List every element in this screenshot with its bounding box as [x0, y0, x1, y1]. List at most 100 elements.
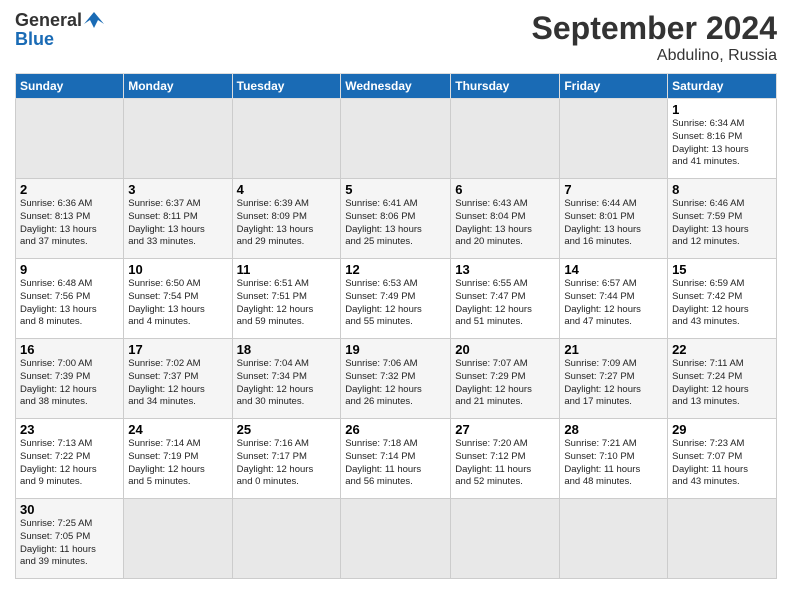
calendar-cell: 23Sunrise: 7:13 AM Sunset: 7:22 PM Dayli…	[16, 419, 124, 499]
day-number: 7	[564, 182, 663, 197]
calendar-cell: 6Sunrise: 6:43 AM Sunset: 8:04 PM Daylig…	[451, 179, 560, 259]
day-info: Sunrise: 6:59 AM Sunset: 7:42 PM Dayligh…	[672, 278, 772, 329]
calendar-cell	[451, 499, 560, 579]
day-number: 8	[672, 182, 772, 197]
day-number: 21	[564, 342, 663, 357]
calendar-cell: 12Sunrise: 6:53 AM Sunset: 7:49 PM Dayli…	[341, 259, 451, 339]
calendar-cell: 2Sunrise: 6:36 AM Sunset: 8:13 PM Daylig…	[16, 179, 124, 259]
day-info: Sunrise: 6:55 AM Sunset: 7:47 PM Dayligh…	[455, 278, 555, 329]
calendar-cell: 16Sunrise: 7:00 AM Sunset: 7:39 PM Dayli…	[16, 339, 124, 419]
calendar-cell: 7Sunrise: 6:44 AM Sunset: 8:01 PM Daylig…	[560, 179, 668, 259]
calendar-subtitle: Abdulino, Russia	[532, 47, 777, 65]
column-header-friday: Friday	[560, 74, 668, 99]
calendar-cell: 17Sunrise: 7:02 AM Sunset: 7:37 PM Dayli…	[124, 339, 232, 419]
calendar-week-row: 2Sunrise: 6:36 AM Sunset: 8:13 PM Daylig…	[16, 179, 777, 259]
calendar-cell: 3Sunrise: 6:37 AM Sunset: 8:11 PM Daylig…	[124, 179, 232, 259]
calendar-cell	[560, 499, 668, 579]
day-number: 1	[672, 102, 772, 117]
day-info: Sunrise: 6:44 AM Sunset: 8:01 PM Dayligh…	[564, 198, 663, 249]
calendar-cell	[451, 99, 560, 179]
day-number: 29	[672, 422, 772, 437]
day-number: 17	[128, 342, 227, 357]
calendar-week-row: 9Sunrise: 6:48 AM Sunset: 7:56 PM Daylig…	[16, 259, 777, 339]
day-info: Sunrise: 6:57 AM Sunset: 7:44 PM Dayligh…	[564, 278, 663, 329]
column-header-sunday: Sunday	[16, 74, 124, 99]
day-number: 19	[345, 342, 446, 357]
calendar-cell: 19Sunrise: 7:06 AM Sunset: 7:32 PM Dayli…	[341, 339, 451, 419]
logo: General Blue	[15, 10, 104, 48]
calendar-cell: 14Sunrise: 6:57 AM Sunset: 7:44 PM Dayli…	[560, 259, 668, 339]
column-header-saturday: Saturday	[668, 74, 777, 99]
day-info: Sunrise: 7:23 AM Sunset: 7:07 PM Dayligh…	[672, 438, 772, 489]
header: General Blue September 2024 Abdulino, Ru…	[15, 10, 777, 65]
day-info: Sunrise: 6:37 AM Sunset: 8:11 PM Dayligh…	[128, 198, 227, 249]
day-info: Sunrise: 6:53 AM Sunset: 7:49 PM Dayligh…	[345, 278, 446, 329]
calendar-cell: 13Sunrise: 6:55 AM Sunset: 7:47 PM Dayli…	[451, 259, 560, 339]
calendar-week-row: 23Sunrise: 7:13 AM Sunset: 7:22 PM Dayli…	[16, 419, 777, 499]
calendar-cell: 21Sunrise: 7:09 AM Sunset: 7:27 PM Dayli…	[560, 339, 668, 419]
calendar-cell: 30Sunrise: 7:25 AM Sunset: 7:05 PM Dayli…	[16, 499, 124, 579]
day-number: 11	[237, 262, 337, 277]
calendar-cell	[560, 99, 668, 179]
day-info: Sunrise: 7:21 AM Sunset: 7:10 PM Dayligh…	[564, 438, 663, 489]
calendar-cell	[232, 499, 341, 579]
column-header-tuesday: Tuesday	[232, 74, 341, 99]
day-info: Sunrise: 7:20 AM Sunset: 7:12 PM Dayligh…	[455, 438, 555, 489]
day-number: 22	[672, 342, 772, 357]
day-number: 25	[237, 422, 337, 437]
day-number: 14	[564, 262, 663, 277]
day-info: Sunrise: 6:51 AM Sunset: 7:51 PM Dayligh…	[237, 278, 337, 329]
day-number: 24	[128, 422, 227, 437]
day-info: Sunrise: 7:11 AM Sunset: 7:24 PM Dayligh…	[672, 358, 772, 409]
day-number: 13	[455, 262, 555, 277]
day-info: Sunrise: 7:04 AM Sunset: 7:34 PM Dayligh…	[237, 358, 337, 409]
calendar-cell: 25Sunrise: 7:16 AM Sunset: 7:17 PM Dayli…	[232, 419, 341, 499]
day-info: Sunrise: 6:50 AM Sunset: 7:54 PM Dayligh…	[128, 278, 227, 329]
column-header-thursday: Thursday	[451, 74, 560, 99]
day-number: 20	[455, 342, 555, 357]
calendar-cell: 15Sunrise: 6:59 AM Sunset: 7:42 PM Dayli…	[668, 259, 777, 339]
calendar-cell: 24Sunrise: 7:14 AM Sunset: 7:19 PM Dayli…	[124, 419, 232, 499]
logo-general-text: General	[15, 11, 82, 29]
day-number: 5	[345, 182, 446, 197]
day-info: Sunrise: 6:41 AM Sunset: 8:06 PM Dayligh…	[345, 198, 446, 249]
title-section: September 2024 Abdulino, Russia	[532, 10, 777, 65]
day-number: 10	[128, 262, 227, 277]
day-info: Sunrise: 7:02 AM Sunset: 7:37 PM Dayligh…	[128, 358, 227, 409]
day-info: Sunrise: 6:36 AM Sunset: 8:13 PM Dayligh…	[20, 198, 119, 249]
day-number: 30	[20, 502, 119, 517]
day-info: Sunrise: 7:18 AM Sunset: 7:14 PM Dayligh…	[345, 438, 446, 489]
logo-blue-text: Blue	[15, 30, 54, 48]
calendar-cell	[16, 99, 124, 179]
calendar-cell	[124, 99, 232, 179]
calendar-week-row: 1Sunrise: 6:34 AM Sunset: 8:16 PM Daylig…	[16, 99, 777, 179]
day-number: 18	[237, 342, 337, 357]
day-info: Sunrise: 7:07 AM Sunset: 7:29 PM Dayligh…	[455, 358, 555, 409]
day-number: 28	[564, 422, 663, 437]
calendar-cell: 9Sunrise: 6:48 AM Sunset: 7:56 PM Daylig…	[16, 259, 124, 339]
day-number: 12	[345, 262, 446, 277]
day-info: Sunrise: 6:46 AM Sunset: 7:59 PM Dayligh…	[672, 198, 772, 249]
day-number: 15	[672, 262, 772, 277]
day-info: Sunrise: 7:14 AM Sunset: 7:19 PM Dayligh…	[128, 438, 227, 489]
day-info: Sunrise: 7:13 AM Sunset: 7:22 PM Dayligh…	[20, 438, 119, 489]
calendar-cell: 28Sunrise: 7:21 AM Sunset: 7:10 PM Dayli…	[560, 419, 668, 499]
day-number: 26	[345, 422, 446, 437]
day-info: Sunrise: 6:39 AM Sunset: 8:09 PM Dayligh…	[237, 198, 337, 249]
day-number: 4	[237, 182, 337, 197]
day-number: 2	[20, 182, 119, 197]
logo-bird-icon	[84, 10, 104, 30]
day-info: Sunrise: 7:09 AM Sunset: 7:27 PM Dayligh…	[564, 358, 663, 409]
calendar-cell: 1Sunrise: 6:34 AM Sunset: 8:16 PM Daylig…	[668, 99, 777, 179]
calendar-header-row: SundayMondayTuesdayWednesdayThursdayFrid…	[16, 74, 777, 99]
day-number: 6	[455, 182, 555, 197]
day-info: Sunrise: 7:16 AM Sunset: 7:17 PM Dayligh…	[237, 438, 337, 489]
calendar-cell: 5Sunrise: 6:41 AM Sunset: 8:06 PM Daylig…	[341, 179, 451, 259]
calendar-cell: 22Sunrise: 7:11 AM Sunset: 7:24 PM Dayli…	[668, 339, 777, 419]
calendar-cell: 4Sunrise: 6:39 AM Sunset: 8:09 PM Daylig…	[232, 179, 341, 259]
calendar-week-row: 30Sunrise: 7:25 AM Sunset: 7:05 PM Dayli…	[16, 499, 777, 579]
column-header-monday: Monday	[124, 74, 232, 99]
calendar-cell	[341, 499, 451, 579]
calendar-cell: 29Sunrise: 7:23 AM Sunset: 7:07 PM Dayli…	[668, 419, 777, 499]
calendar-cell: 26Sunrise: 7:18 AM Sunset: 7:14 PM Dayli…	[341, 419, 451, 499]
